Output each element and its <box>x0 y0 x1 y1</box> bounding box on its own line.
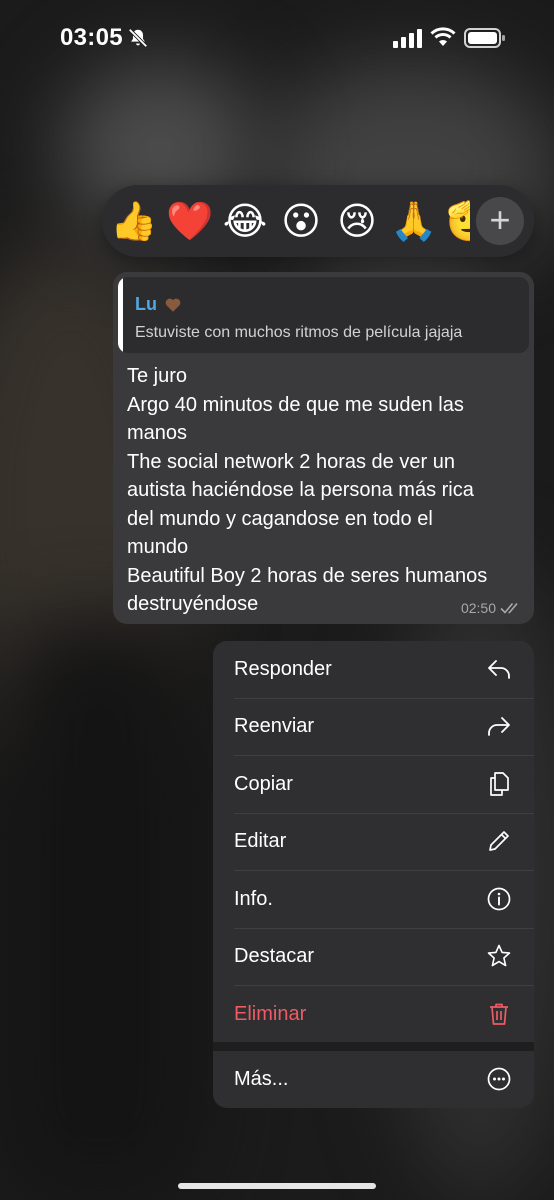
reaction-picker: 👍 ❤️ 😂 😮 😢 🙏 🫡 + <box>102 185 534 257</box>
quoted-reply[interactable]: Lu Estuviste con muchos ritmos de pelícu… <box>118 277 529 353</box>
cellular-signal-icon <box>393 29 422 48</box>
forward-icon <box>488 717 510 736</box>
reaction-praying[interactable]: 🙏 <box>390 199 437 245</box>
reaction-heart[interactable]: ❤️ <box>166 199 213 245</box>
message-line: manos <box>127 422 188 444</box>
star-icon <box>487 944 511 967</box>
pencil-icon <box>489 831 509 851</box>
message-text: Te juro Argo 40 minutos de que me suden … <box>127 362 527 619</box>
message-context-menu: Responder Reenviar Copiar Editar Info. D… <box>213 641 534 1108</box>
more-reactions-button[interactable]: + <box>476 197 524 245</box>
menu-item-label: Responder <box>234 658 332 680</box>
menu-item-copiar[interactable]: Copiar <box>213 756 534 813</box>
reaction-thumbs-up[interactable]: 👍 <box>110 199 157 245</box>
menu-section-divider <box>213 1042 534 1051</box>
trash-icon <box>490 1003 508 1025</box>
info-icon <box>487 887 511 911</box>
reaction-crying[interactable]: 😢 <box>334 199 380 245</box>
quoted-sender-name: Lu <box>135 294 157 314</box>
message-time: 02:50 <box>460 600 496 616</box>
copy-icon <box>490 772 509 796</box>
reaction-saluting[interactable]: 🫡 <box>446 199 470 245</box>
menu-item-responder[interactable]: Responder <box>213 641 534 698</box>
wifi-icon <box>430 27 456 46</box>
message-line: del mundo y cagandose en todo el <box>127 507 433 530</box>
message-meta: 02:50 <box>461 600 522 616</box>
quote-accent-bar <box>118 277 123 353</box>
message-line: autista haciéndose la persona más rica <box>127 479 474 501</box>
menu-item-label: Eliminar <box>234 1003 307 1025</box>
menu-item-eliminar[interactable]: Eliminar <box>213 986 534 1043</box>
more-icon <box>487 1067 511 1091</box>
reaction-surprised[interactable]: 😮 <box>278 199 324 245</box>
menu-item-label: Info. <box>234 888 273 910</box>
reaction-laughing[interactable]: 😂 <box>222 199 268 245</box>
message-line: Beautiful Boy 2 horas de seres humanos <box>127 564 488 587</box>
menu-item-label: Editar <box>234 830 287 852</box>
quoted-message-text: Estuviste con muchos ritmos de película … <box>135 324 463 341</box>
menu-item-destacar[interactable]: Destacar <box>213 928 534 985</box>
message-bubble[interactable]: Lu Estuviste con muchos ritmos de pelícu… <box>113 272 534 624</box>
message-line: Argo 40 minutos de que me suden las <box>127 393 464 416</box>
brown-heart-icon <box>165 298 181 312</box>
menu-item-label: Más... <box>234 1068 289 1090</box>
reply-icon <box>488 660 510 679</box>
message-line: Te juro <box>127 365 188 387</box>
message-line: The social network 2 horas de ver un <box>127 450 455 473</box>
menu-item-reenviar[interactable]: Reenviar <box>213 698 534 755</box>
message-line: mundo <box>127 536 189 558</box>
menu-item-info[interactable]: Info. <box>213 871 534 928</box>
battery-icon <box>464 28 505 48</box>
menu-item-editar[interactable]: Editar <box>213 813 534 870</box>
bell-muted-icon <box>128 28 148 48</box>
menu-item-label: Copiar <box>234 773 293 795</box>
status-bar: 03:05 <box>0 0 554 76</box>
home-indicator[interactable] <box>178 1183 376 1189</box>
read-ticks-icon <box>500 602 518 614</box>
menu-item-mas[interactable]: Más... <box>213 1051 534 1108</box>
menu-item-label: Destacar <box>234 945 315 967</box>
status-time: 03:05 <box>60 24 123 51</box>
menu-item-label: Reenviar <box>234 715 315 737</box>
